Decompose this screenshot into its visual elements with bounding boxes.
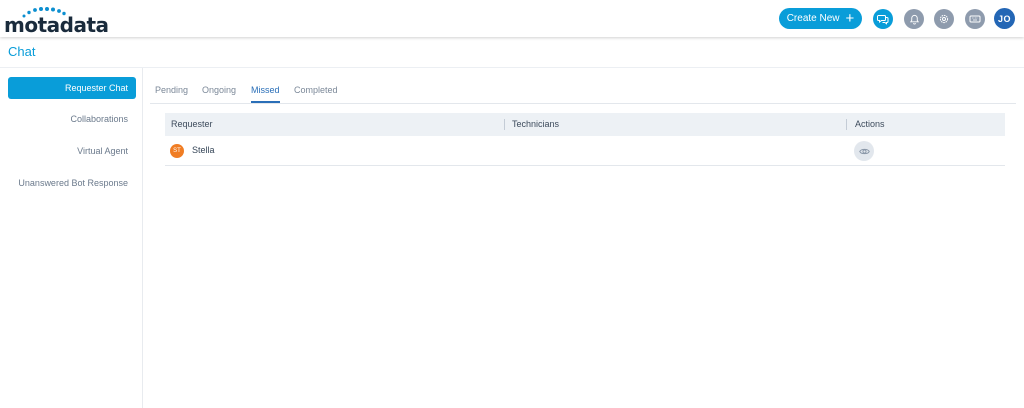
chat-icon (877, 15, 889, 25)
column-header-technicians[interactable]: Technicians (512, 113, 559, 136)
settings-button[interactable] (934, 9, 954, 29)
tab-missed[interactable]: Missed (251, 80, 280, 103)
table-header: Requester Technicians Actions (165, 113, 1005, 136)
tab-pending[interactable]: Pending (155, 80, 188, 103)
column-header-requester[interactable]: Requester (171, 113, 213, 136)
column-header-actions: Actions (855, 119, 885, 129)
sidebar: Requester Chat Collaborations Virtual Ag… (0, 68, 143, 408)
column-separator (846, 119, 847, 130)
bell-icon (909, 14, 919, 25)
sidebar-item-label: Unanswered Bot Response (18, 178, 128, 188)
tabs-divider (150, 103, 1016, 104)
view-chat-button[interactable] (854, 141, 874, 161)
title-divider (0, 67, 1024, 68)
keyboard-shortcuts-button[interactable] (965, 9, 985, 29)
logo-text: motadata (4, 13, 109, 37)
user-avatar[interactable]: JO (994, 8, 1015, 29)
eye-icon (858, 148, 870, 154)
table-row[interactable]: ST Stella (165, 136, 1005, 166)
column-separator (504, 119, 505, 130)
keyboard-icon (969, 15, 981, 23)
page-title: Chat (8, 44, 36, 59)
sidebar-item-virtual-agent[interactable]: Virtual Agent (8, 140, 136, 162)
sidebar-item-unanswered-bot-response[interactable]: Unanswered Bot Response (8, 172, 136, 194)
sidebar-item-requester-chat[interactable]: Requester Chat (8, 77, 136, 99)
tab-ongoing[interactable]: Ongoing (202, 80, 236, 103)
sidebar-item-collaborations[interactable]: Collaborations (8, 108, 136, 130)
create-new-label: Create New (786, 13, 840, 24)
sidebar-item-label: Requester Chat (64, 83, 128, 93)
requester-avatar: ST (170, 144, 184, 158)
plus-icon: + (845, 9, 855, 27)
sidebar-item-label: Collaborations (70, 114, 128, 124)
tab-completed[interactable]: Completed (294, 80, 338, 103)
top-header: motadata Create New + JO (0, 0, 1024, 37)
sidebar-item-label: Virtual Agent (77, 146, 128, 156)
chat-button[interactable] (873, 9, 893, 29)
gear-icon (939, 14, 949, 24)
missed-chats-table: Requester Technicians Actions ST Stella (165, 113, 1005, 166)
create-new-button[interactable]: Create New + (779, 8, 862, 29)
notifications-button[interactable] (904, 9, 924, 29)
motadata-logo[interactable]: motadata (4, 6, 109, 35)
requester-name[interactable]: Stella (192, 136, 215, 164)
